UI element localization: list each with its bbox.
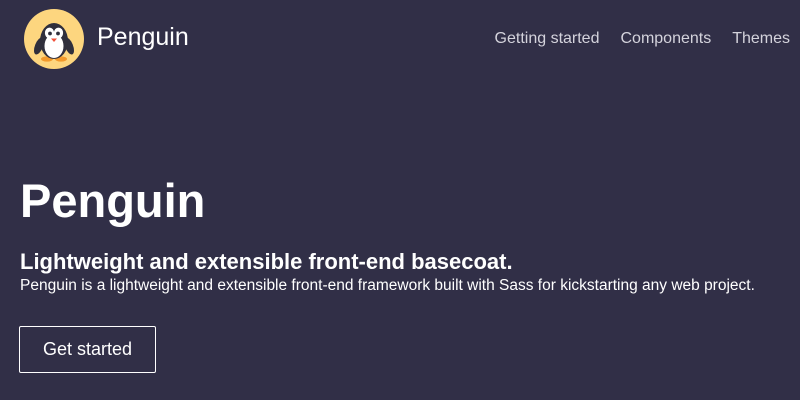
- get-started-button[interactable]: Get started: [19, 326, 156, 373]
- brand-link[interactable]: Penguin: [24, 9, 189, 69]
- brand-name: Penguin: [97, 23, 189, 51]
- hero-title: Penguin: [20, 174, 206, 227]
- nav-link-components[interactable]: Components: [620, 29, 711, 49]
- hero-subtitle: Lightweight and extensible front-end bas…: [20, 249, 513, 274]
- hero: Penguin Lightweight and extensible front…: [20, 172, 790, 296]
- nav-link-themes[interactable]: Themes: [732, 29, 790, 49]
- penguin-logo-icon: [24, 9, 84, 69]
- nav-links: Getting started Components Themes: [474, 29, 790, 49]
- navbar: Penguin Getting started Components Theme…: [0, 0, 800, 78]
- nav-link-getting-started[interactable]: Getting started: [495, 29, 600, 49]
- hero-lead: Penguin is a lightweight and extensible …: [20, 277, 755, 294]
